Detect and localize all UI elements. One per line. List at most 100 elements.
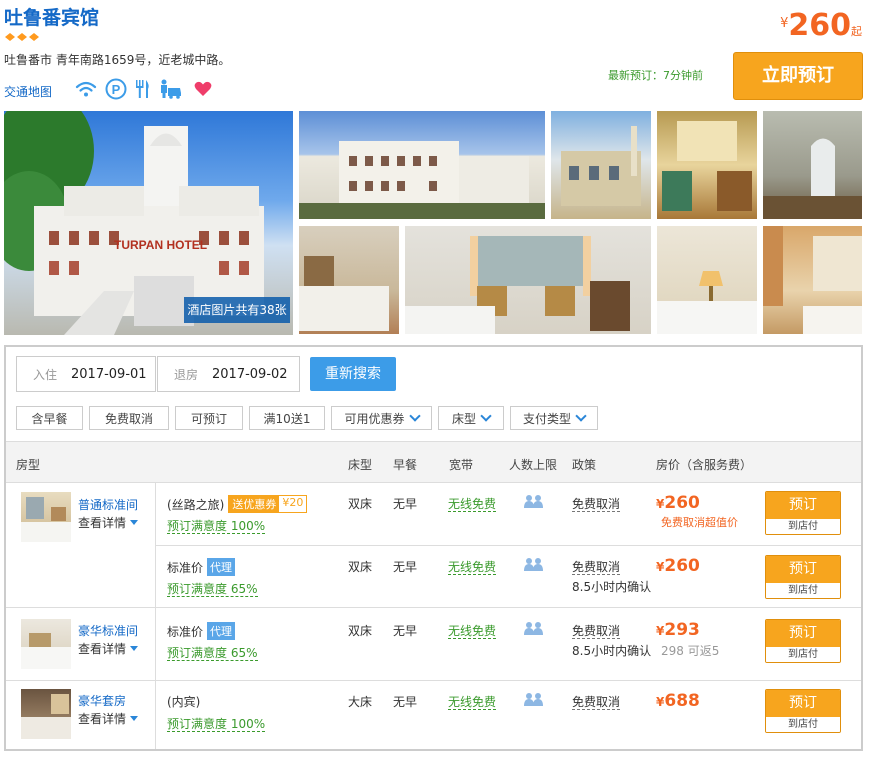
- column-divider: [155, 483, 156, 749]
- book-button[interactable]: 预订 到店付: [765, 555, 841, 599]
- filter-bed-type-dropdown[interactable]: 床型: [438, 406, 504, 430]
- pay-at-hotel-label: 到店付: [766, 647, 840, 662]
- bed-type: 双床: [348, 497, 373, 511]
- checkout-value[interactable]: 2017-09-02: [212, 367, 288, 382]
- book-now-button[interactable]: 立即预订: [733, 52, 863, 100]
- hotel-photo-6[interactable]: [299, 226, 399, 334]
- confirm-time: 8.5小时内确认: [572, 580, 652, 594]
- filter-free-cancel[interactable]: 免费取消: [89, 406, 169, 430]
- book-button[interactable]: 预订 到店付: [765, 491, 841, 535]
- cashback-note: 298 可返5: [661, 644, 720, 658]
- room-name-deluxe-suite[interactable]: 豪华套房: [78, 692, 126, 709]
- checkin-value[interactable]: 2017-09-01: [71, 367, 147, 382]
- filter-breakfast[interactable]: 含早餐: [16, 406, 83, 430]
- book-button[interactable]: 预订 到店付: [765, 689, 841, 733]
- svg-text:P: P: [112, 82, 121, 97]
- room-price: ¥260: [656, 493, 700, 513]
- room-thumbnail[interactable]: [21, 619, 71, 669]
- hotel-photo-4[interactable]: [657, 111, 757, 219]
- re-search-button[interactable]: 重新搜索: [310, 357, 396, 391]
- booking-satisfaction: 预订满意度 100%: [167, 717, 266, 732]
- photo-count-badge[interactable]: 酒店图片共有38张: [184, 297, 290, 323]
- room-thumbnail[interactable]: [21, 492, 71, 542]
- latest-booking: 最新预订：7分钟前: [608, 69, 703, 82]
- agent-tag: 代理: [207, 558, 236, 576]
- filter-bookable[interactable]: 可预订: [175, 406, 243, 430]
- two-guests-icon: [524, 557, 544, 574]
- room-details-toggle[interactable]: 查看详情: [78, 640, 139, 657]
- parking-icon: P: [104, 78, 128, 100]
- hotel-photo-7[interactable]: [405, 226, 651, 334]
- two-guests-icon: [524, 692, 544, 709]
- pickup-icon: [158, 78, 182, 100]
- hotel-photo-5[interactable]: [763, 111, 862, 219]
- agent-tag: 代理: [207, 622, 236, 640]
- broadband: 无线免费: [448, 560, 497, 575]
- filter-10-get-1[interactable]: 满10送1: [249, 406, 325, 430]
- filter-payment-dropdown[interactable]: 支付类型: [510, 406, 598, 430]
- header-room-type: 房型: [16, 458, 41, 472]
- traffic-map-link[interactable]: 交通地图: [4, 83, 52, 100]
- rate-plan: (丝路之旅) 送优惠券 ¥20: [167, 495, 308, 513]
- header-policy: 政策: [572, 458, 597, 472]
- hotel-photo-3[interactable]: [551, 111, 651, 219]
- pay-at-hotel-label: 到店付: [766, 519, 840, 534]
- diamond-rating-icon: [4, 32, 40, 45]
- header-max-guests: 人数上限: [509, 458, 558, 472]
- booking-satisfaction: 预订满意度 100%: [167, 519, 266, 534]
- room-thumbnail[interactable]: [21, 689, 71, 739]
- booking-satisfaction: 预订满意度 65%: [167, 646, 258, 661]
- hotel-name: 吐鲁番宾馆: [4, 7, 100, 29]
- header-price: 房价（含服务费）: [656, 458, 753, 472]
- breakfast: 无早: [393, 560, 418, 574]
- header-bed-type: 床型: [348, 458, 373, 472]
- chevron-down-icon: [408, 410, 421, 422]
- hotel-photo-8[interactable]: [657, 226, 757, 334]
- booking-satisfaction: 预订满意度 65%: [167, 582, 258, 597]
- row-divider: [6, 607, 861, 608]
- row-divider: [6, 680, 861, 681]
- checkout-label: 退房: [174, 367, 199, 382]
- two-guests-icon: [524, 494, 544, 511]
- rate-plan: 标准价 代理: [167, 622, 236, 640]
- room-price: ¥260: [656, 556, 700, 576]
- restaurant-icon: [132, 78, 152, 100]
- caret-down-icon: [130, 716, 139, 721]
- room-price: ¥293: [656, 620, 700, 640]
- room-name-standard[interactable]: 普通标准间: [78, 496, 138, 513]
- bed-type: 大床: [348, 695, 373, 709]
- hotel-photo-2[interactable]: [299, 111, 545, 219]
- checkin-field[interactable]: 入住 2017-09-01: [16, 356, 156, 392]
- cancel-policy[interactable]: 免费取消: [572, 495, 621, 512]
- bed-type: 双床: [348, 624, 373, 638]
- chevron-down-icon: [575, 410, 587, 422]
- room-price: ¥688: [656, 691, 700, 711]
- chevron-down-icon: [480, 410, 492, 422]
- bed-type: 双床: [348, 560, 373, 574]
- wifi-icon: [74, 78, 98, 100]
- room-details-toggle[interactable]: 查看详情: [78, 710, 139, 727]
- header-broadband: 宽带: [449, 458, 474, 472]
- breakfast: 无早: [393, 624, 418, 638]
- hotel-photo-9[interactable]: [763, 226, 862, 334]
- cancel-policy[interactable]: 免费取消: [572, 693, 621, 710]
- price-note: 免费取消超值价: [661, 516, 738, 529]
- confirm-time: 8.5小时内确认: [572, 644, 652, 658]
- book-button[interactable]: 预订 到店付: [765, 619, 841, 663]
- room-name-deluxe-standard[interactable]: 豪华标准间: [78, 622, 138, 639]
- cancel-policy[interactable]: 免费取消: [572, 558, 621, 575]
- header-price: ¥260起: [780, 8, 862, 43]
- pay-at-hotel-label: 到店付: [766, 717, 840, 732]
- cancel-policy[interactable]: 免费取消: [572, 622, 621, 639]
- hotel-address: 吐鲁番市 青年南路1659号，近老城中路。: [4, 53, 231, 67]
- pay-at-hotel-label: 到店付: [766, 583, 840, 598]
- two-guests-icon: [524, 621, 544, 638]
- favorite-heart-icon[interactable]: [192, 78, 214, 100]
- breakfast: 无早: [393, 695, 418, 709]
- filter-coupon-dropdown[interactable]: 可用优惠券: [331, 406, 432, 430]
- caret-down-icon: [130, 520, 139, 525]
- checkout-field[interactable]: 退房 2017-09-02: [157, 356, 300, 392]
- broadband: 无线免费: [448, 624, 497, 639]
- checkin-label: 入住: [33, 367, 58, 382]
- room-details-toggle[interactable]: 查看详情: [78, 514, 139, 531]
